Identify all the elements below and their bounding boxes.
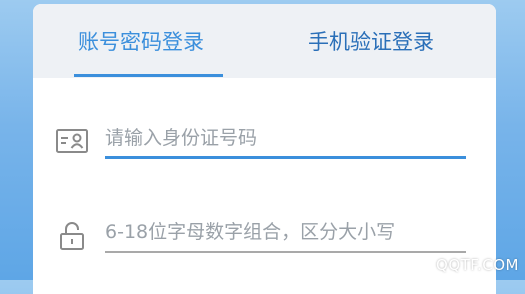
site-watermark: QQTF.COM [436,256,519,274]
password-field-underline [105,251,466,253]
active-tab-indicator [74,74,223,77]
account-field [33,114,496,164]
login-card: 账号密码登录 手机验证登录 [33,4,496,294]
password-field [33,208,496,258]
id-card-icon [56,129,88,153]
id-number-input[interactable] [105,119,463,157]
lock-icon [60,222,84,250]
tab-sms-login[interactable]: 手机验证登录 [308,28,434,56]
account-field-underline [105,156,466,159]
tab-password-login[interactable]: 账号密码登录 [78,28,204,56]
login-tabs: 账号密码登录 手机验证登录 [33,4,496,78]
password-input[interactable] [105,213,463,251]
